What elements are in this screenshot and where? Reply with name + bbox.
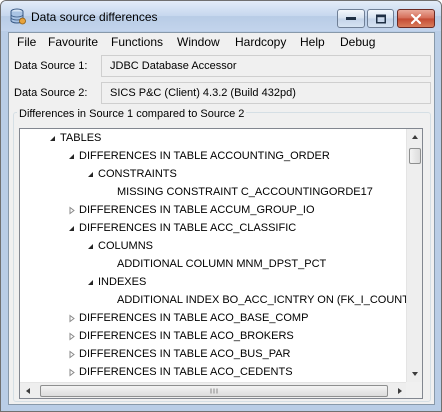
menu-window[interactable]: Window [177, 35, 220, 49]
expanded-arrow-icon[interactable] [86, 278, 95, 287]
minimize-button[interactable] [337, 9, 365, 28]
menu-help[interactable]: Help [300, 35, 325, 49]
menu-file[interactable]: File [17, 35, 36, 49]
tree-node-label: COLUMNS [98, 240, 154, 252]
tree-node[interactable]: COLUMNS [20, 238, 408, 256]
arrow-up-icon [412, 135, 418, 139]
tree-node-label: ADDITIONAL COLUMN MNM_DPST_PCT [117, 258, 327, 270]
expanded-arrow-icon[interactable] [48, 134, 57, 143]
menu-favourite[interactable]: Favourite [48, 35, 98, 49]
expanded-arrow-icon[interactable] [86, 170, 95, 179]
title-bar[interactable]: Data source differences [1, 1, 441, 31]
tree-node-label: DIFFERENCES IN TABLE ACO_BROKERS [79, 330, 294, 342]
tree-node-label: CONSTRAINTS [98, 168, 177, 180]
tree-node-label: DIFFERENCES IN TABLE ACO_CEDENTS [79, 366, 293, 378]
menu-hardcopy[interactable]: Hardcopy [235, 35, 286, 49]
collapsed-arrow-icon[interactable] [67, 332, 76, 341]
menu-functions[interactable]: Functions [111, 35, 163, 49]
tree-node-label: DIFFERENCES IN TABLE ACCUM_GROUP_IO [79, 204, 315, 216]
tree-node-label: INDEXES [98, 276, 147, 288]
menu-bar: File Favourite Functions Window Hardcopy… [9, 33, 434, 52]
window-title: Data source differences [31, 10, 158, 24]
tree-node[interactable]: ADDITIONAL INDEX BO_ACC_ICNTRY ON (FK_I_… [20, 292, 408, 310]
tree-node-label: DIFFERENCES IN TABLE ACC_CLASSIFIC [79, 222, 297, 234]
tree-node[interactable]: DIFFERENCES IN TABLE ACCUM_GROUP_IO [20, 202, 408, 220]
vertical-scrollbar[interactable] [406, 129, 422, 382]
close-icon [411, 13, 421, 24]
scroll-down-button[interactable] [407, 366, 422, 382]
tree-node[interactable]: ADDITIONAL COLUMN MNM_DPST_PCT [20, 256, 408, 274]
tree-node-label: TABLES [60, 132, 102, 144]
tree-node-label: ADDITIONAL INDEX BO_ACC_ICNTRY ON (FK_I_… [117, 294, 408, 306]
data-source-1-label: Data Source 1: [14, 60, 88, 72]
expanded-arrow-icon[interactable] [67, 152, 76, 161]
tree-node[interactable]: DIFFERENCES IN TABLE ACO_BUS_PAR [20, 346, 408, 364]
data-source-2-field: SICS P&C (Client) 4.3.2 (Build 432pd) [101, 82, 431, 104]
grip-icon [210, 388, 218, 394]
scroll-up-button[interactable] [407, 129, 422, 145]
database-icon [10, 8, 26, 25]
differences-group-label: Differences in Source 1 compared to Sour… [17, 108, 247, 120]
tree-node-label: DIFFERENCES IN TABLE ACO_BUS_PAR [79, 348, 291, 360]
collapsed-arrow-icon[interactable] [67, 206, 76, 215]
scrollbar-corner [406, 382, 422, 398]
horizontal-scroll-thumb[interactable] [40, 385, 388, 397]
tree-rows: TABLES DIFFERENCES IN TABLE ACCOUNTING_OR… [20, 129, 408, 382]
differences-tree[interactable]: TABLES DIFFERENCES IN TABLE ACCOUNTING_OR… [19, 128, 423, 399]
expanded-arrow-icon[interactable] [86, 242, 95, 251]
tree-node[interactable]: DIFFERENCES IN TABLE ACC_CLASSIFIC [20, 220, 408, 238]
app-window: Data source differences File Favourite F… [0, 0, 442, 412]
arrow-left-icon [26, 388, 30, 394]
scroll-left-button[interactable] [20, 383, 36, 398]
tree-node-label: MISSING CONSTRAINT C_ACCOUNTINGORDE17 [117, 186, 373, 198]
data-source-2-label: Data Source 2: [14, 87, 88, 99]
tree-node[interactable]: DIFFERENCES IN TABLE ACO_CEDENTS [20, 364, 408, 382]
tree-node[interactable]: DIFFERENCES IN TABLE ACO_BROKERS [20, 328, 408, 346]
tree-node[interactable]: TABLES [20, 130, 408, 148]
minimize-icon [346, 16, 356, 20]
vertical-scroll-thumb[interactable] [409, 148, 421, 164]
maximize-button[interactable] [367, 9, 394, 28]
tree-node[interactable]: DIFFERENCES IN TABLE ACO_BASE_COMP [20, 310, 408, 328]
close-button[interactable] [397, 9, 435, 28]
tree-node-label: DIFFERENCES IN TABLE ACO_BASE_COMP [79, 312, 309, 324]
tree-node[interactable]: INDEXES [20, 274, 408, 292]
horizontal-scrollbar[interactable] [20, 382, 408, 398]
tree-node[interactable]: DIFFERENCES IN TABLE ACCOUNTING_ORDER [20, 148, 408, 166]
data-source-1-field: JDBC Database Accessor [101, 55, 431, 77]
menu-debug[interactable]: Debug [340, 35, 375, 49]
arrow-down-icon [412, 372, 418, 376]
maximize-icon [375, 14, 386, 23]
tree-node[interactable]: MISSING CONSTRAINT C_ACCOUNTINGORDE17 [20, 184, 408, 202]
tree-node[interactable]: CONSTRAINTS [20, 166, 408, 184]
collapsed-arrow-icon[interactable] [67, 350, 76, 359]
tree-node-label: DIFFERENCES IN TABLE ACCOUNTING_ORDER [79, 150, 330, 162]
expanded-arrow-icon[interactable] [67, 224, 76, 233]
window-client-area: File Favourite Functions Window Hardcopy… [8, 32, 435, 405]
collapsed-arrow-icon[interactable] [67, 314, 76, 323]
collapsed-arrow-icon[interactable] [67, 368, 76, 377]
